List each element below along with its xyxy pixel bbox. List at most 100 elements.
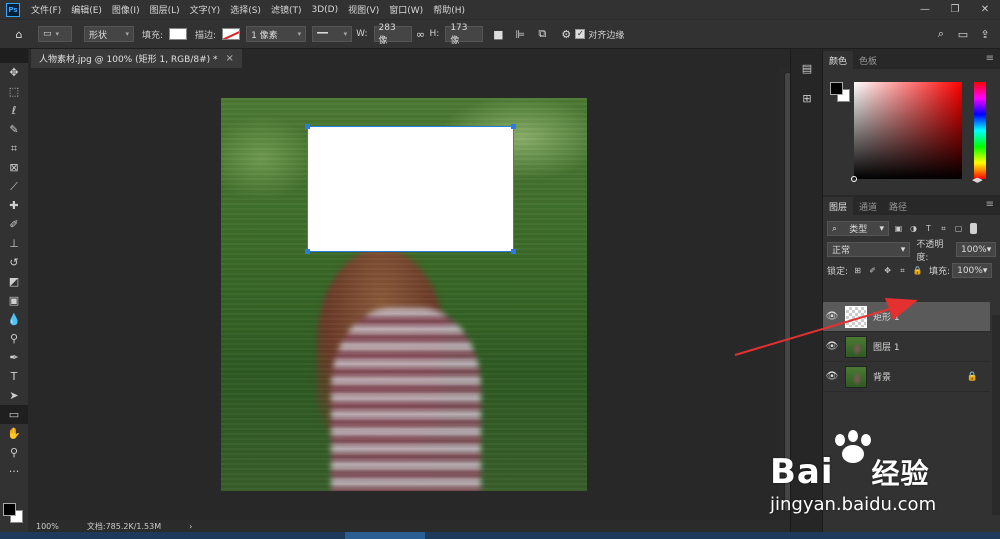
lock-artboard-icon[interactable]: ⌗: [897, 265, 908, 276]
zoom-tool-icon[interactable]: ⚲: [0, 443, 28, 462]
clone-stamp-tool-icon[interactable]: ⊥: [0, 234, 28, 253]
tab-channels[interactable]: 通道: [853, 197, 883, 215]
layer-row[interactable]: 👁 图层 1: [823, 332, 990, 362]
foreground-color-swatch[interactable]: [830, 82, 843, 95]
smart-object-filter-icon[interactable]: ▢: [953, 223, 964, 234]
gradient-tool-icon[interactable]: ▣: [0, 291, 28, 310]
canvas-area[interactable]: [28, 68, 778, 520]
stroke-type-dropdown[interactable]: ━━ ▾: [312, 26, 353, 42]
layers-scrollbar[interactable]: [992, 315, 1000, 515]
lasso-tool-icon[interactable]: ℓ: [0, 101, 28, 120]
layer-row[interactable]: 👁 矩形 1: [823, 302, 990, 332]
dodge-tool-icon[interactable]: ⚲: [0, 329, 28, 348]
transform-handle[interactable]: [511, 249, 516, 254]
layer-filter-dropdown[interactable]: ⌕ 类型 ▾: [827, 221, 889, 236]
document-image[interactable]: [221, 98, 587, 491]
menu-view[interactable]: 视图(V): [343, 3, 384, 16]
eyedropper-tool-icon[interactable]: ⟋: [0, 177, 28, 196]
path-operations-icon[interactable]: ■: [489, 25, 507, 43]
tab-layers[interactable]: 图层: [823, 197, 854, 215]
search-icon[interactable]: ⌕: [932, 25, 950, 43]
transform-handle[interactable]: [305, 249, 310, 254]
healing-brush-tool-icon[interactable]: ✚: [0, 196, 28, 215]
zoom-level[interactable]: 100%: [36, 522, 59, 531]
filter-toggle[interactable]: [970, 223, 977, 234]
pixel-filter-icon[interactable]: ▣: [893, 223, 904, 234]
menu-file[interactable]: 文件(F): [26, 3, 66, 16]
shape-filter-icon[interactable]: ⌗: [938, 223, 949, 234]
blur-tool-icon[interactable]: 💧: [0, 310, 28, 329]
stroke-width-field[interactable]: 1 像素 ▾: [246, 26, 307, 42]
menu-layer[interactable]: 图层(L): [145, 3, 185, 16]
eye-icon[interactable]: 👁: [823, 311, 841, 322]
fill-field[interactable]: 100% ▾: [952, 263, 993, 278]
panel-menu-icon[interactable]: ≡: [986, 199, 994, 210]
share-icon[interactable]: ⇪: [976, 25, 994, 43]
menu-3d[interactable]: 3D(D): [306, 5, 343, 15]
marquee-tool-icon[interactable]: ⬚: [0, 82, 28, 101]
type-filter-icon[interactable]: T: [923, 223, 934, 234]
eraser-tool-icon[interactable]: ◩: [0, 272, 28, 291]
history-brush-tool-icon[interactable]: ↺: [0, 253, 28, 272]
status-menu-arrow[interactable]: ›: [189, 522, 192, 531]
path-selection-tool-icon[interactable]: ➤: [0, 386, 28, 405]
workspace-icon[interactable]: ▭: [954, 25, 972, 43]
color-picker-field[interactable]: [851, 82, 962, 182]
path-alignment-icon[interactable]: ⊫: [511, 25, 529, 43]
gear-icon[interactable]: ⚙: [557, 25, 575, 43]
close-button[interactable]: ✕: [970, 0, 1000, 19]
menu-help[interactable]: 帮助(H): [428, 3, 470, 16]
transform-handle[interactable]: [511, 124, 516, 129]
white-rectangle-shape[interactable]: [305, 124, 516, 254]
blend-mode-dropdown[interactable]: 正常 ▾: [827, 242, 911, 257]
move-tool-icon[interactable]: ✥: [0, 63, 28, 82]
brush-tool-icon[interactable]: ✐: [0, 215, 28, 234]
height-field[interactable]: 173 像: [445, 23, 484, 46]
crop-tool-icon[interactable]: ⌗: [0, 139, 28, 158]
tab-swatches[interactable]: 色板: [853, 51, 883, 69]
hue-slider-arrow-icon[interactable]: ◀▶: [972, 176, 983, 184]
minimize-button[interactable]: —: [910, 0, 940, 19]
stroke-swatch[interactable]: [222, 28, 241, 40]
align-edges-checkbox[interactable]: ✓: [575, 29, 586, 39]
link-icon[interactable]: ∞: [412, 25, 430, 43]
tool-preset-picker[interactable]: ▭ ▾: [38, 26, 72, 42]
restore-button[interactable]: ❐: [940, 0, 970, 19]
more-tools-icon[interactable]: ···: [0, 462, 28, 481]
close-icon[interactable]: ×: [226, 53, 234, 64]
lock-position-icon[interactable]: ✥: [882, 265, 893, 276]
foreground-color-swatch[interactable]: [3, 503, 16, 516]
lock-all-icon[interactable]: 🔒: [912, 265, 923, 276]
menu-select[interactable]: 选择(S): [225, 3, 266, 16]
document-tab[interactable]: 人物素材.jpg @ 100% (矩形 1, RGB/8#) * ×: [31, 49, 242, 68]
width-field[interactable]: 283 像: [373, 23, 412, 46]
history-panel-icon[interactable]: ▤: [791, 57, 823, 79]
menu-filter[interactable]: 滤镜(T): [266, 3, 307, 16]
eye-icon[interactable]: 👁: [823, 371, 841, 382]
hand-tool-icon[interactable]: ✋: [0, 424, 28, 443]
menu-type[interactable]: 文字(Y): [185, 3, 226, 16]
eye-icon[interactable]: 👁: [823, 341, 841, 352]
transform-handle[interactable]: [305, 124, 310, 129]
properties-panel-icon[interactable]: ⊞: [791, 87, 823, 109]
menu-edit[interactable]: 编辑(E): [66, 3, 107, 16]
tab-paths[interactable]: 路径: [883, 197, 913, 215]
type-tool-icon[interactable]: T: [0, 367, 28, 386]
adjustment-filter-icon[interactable]: ◑: [908, 223, 919, 234]
path-arrangement-icon[interactable]: ⧉: [533, 25, 551, 43]
lock-transparent-icon[interactable]: ⊞: [852, 265, 863, 276]
panel-menu-icon[interactable]: ≡: [986, 53, 994, 64]
hue-slider[interactable]: [974, 82, 986, 179]
shape-mode-dropdown[interactable]: 形状 ▾: [84, 26, 134, 42]
pen-tool-icon[interactable]: ✒: [0, 348, 28, 367]
home-icon[interactable]: ⌂: [10, 25, 28, 43]
tab-color[interactable]: 颜色: [823, 51, 854, 69]
layer-row[interactable]: 👁 背景 🔒: [823, 362, 990, 392]
menu-image[interactable]: 图像(I): [107, 3, 145, 16]
frame-tool-icon[interactable]: ⊠: [0, 158, 28, 177]
quick-selection-tool-icon[interactable]: ✎: [0, 120, 28, 139]
fill-swatch[interactable]: [169, 28, 188, 40]
lock-pixels-icon[interactable]: ✐: [867, 265, 878, 276]
picker-cursor[interactable]: [851, 176, 857, 182]
color-swatches[interactable]: [3, 503, 25, 525]
